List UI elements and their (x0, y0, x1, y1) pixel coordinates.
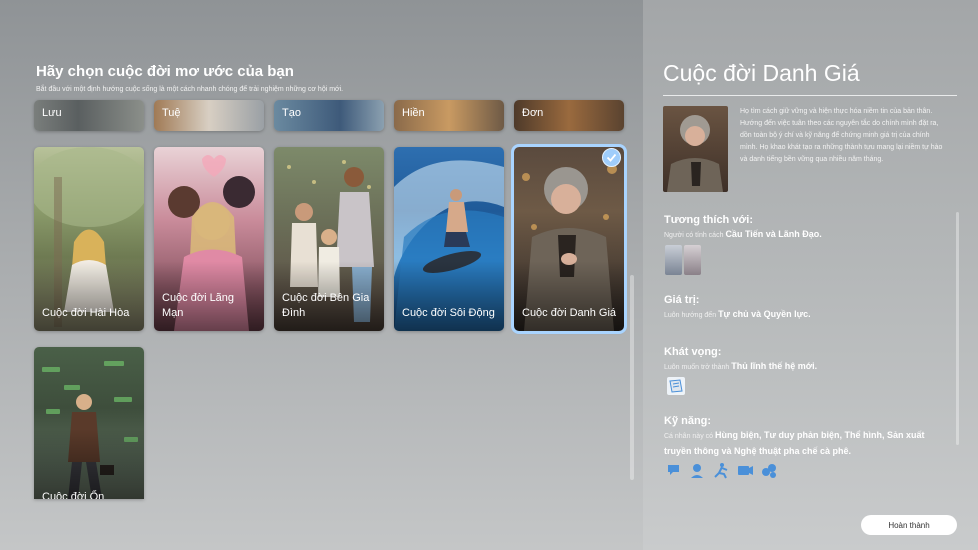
detail-portrait (663, 106, 728, 192)
page-subheading: Bắt đầu với một định hướng cuộc sống là … (36, 86, 344, 93)
compat-avatar-icon[interactable] (665, 245, 682, 275)
life-selection-panel: Hãy chọn cuộc đời mơ ước của bạn Bắt đầu… (0, 0, 643, 550)
aspiration-prefix: Luôn muốn trở thành (664, 364, 730, 371)
life-card-label: Cuộc đời Lãng Mạn (162, 292, 235, 319)
compat-text: Người có tính cách Cầu Tiến và Lãnh Đạo. (664, 227, 954, 243)
speech-icon[interactable] (668, 465, 679, 475)
values-prefix: Luôn hướng đến (664, 312, 717, 319)
portrait-illustration (667, 115, 723, 192)
skills-title: Kỹ năng: (664, 415, 712, 427)
detail-scrollbar[interactable] (956, 212, 959, 445)
life-card-stable[interactable]: Cuộc đời Ổn (34, 347, 144, 499)
page-heading: Hãy chọn cuộc đời mơ ước của bạn (36, 63, 294, 80)
life-card-top-5[interactable]: Đơn (514, 100, 624, 131)
aspiration-value: Thủ lĩnh thế hệ mới. (731, 361, 818, 371)
skills-text: Cá nhân này có Hùng biện, Tư duy phản bi… (664, 428, 934, 460)
skill-icons (668, 463, 776, 479)
card-list-scrollbar[interactable] (630, 275, 634, 480)
values-text: Luôn hướng đến Tự chủ và Quyền lực. (664, 307, 954, 323)
life-card-label: Cuộc đời Sôi Động (402, 307, 495, 319)
values-title: Giá trị: (664, 294, 700, 306)
life-card-harmony[interactable]: Cuộc đời Hài Hòa (34, 147, 144, 331)
compat-title: Tương thích với: (664, 214, 753, 226)
values-value: Tự chủ và Quyền lực. (718, 309, 811, 319)
life-card-top-4[interactable]: Hiền (394, 100, 504, 131)
selected-check-icon (602, 148, 621, 167)
compat-prefix: Người có tính cách (664, 232, 724, 239)
life-card-label: Lưu (42, 107, 62, 119)
detail-title: Cuộc đời Danh Giá (663, 60, 860, 86)
compat-avatar-icon[interactable] (684, 245, 701, 275)
life-card-romantic[interactable]: Cuộc đời Lãng Mạn (154, 147, 264, 331)
compat-value: Cầu Tiến và Lãnh Đạo. (725, 229, 822, 239)
media-icon[interactable] (738, 466, 753, 475)
aspiration-text: Luôn muốn trở thành Thủ lĩnh thế hệ mới. (664, 359, 954, 375)
skills-prefix: Cá nhân này có (664, 433, 714, 440)
aspiration-scroll-icon[interactable] (667, 377, 685, 395)
life-card-label: Cuộc đời Hài Hòa (42, 307, 130, 319)
life-card-top-3[interactable]: Tạo (274, 100, 384, 131)
life-card-label: Tạo (282, 107, 301, 119)
title-divider (663, 95, 957, 96)
life-card-label: Tuệ (162, 107, 181, 119)
life-card-exciting[interactable]: Cuộc đời Sôi Động (394, 147, 504, 331)
done-button[interactable]: Hoàn thành (861, 515, 957, 535)
coffee-icon[interactable] (762, 464, 776, 478)
aspiration-title: Khát vọng: (664, 346, 722, 358)
life-card-family[interactable]: Cuộc đời Bên Gia Đình (274, 147, 384, 331)
life-card-top-2[interactable]: Tuệ (154, 100, 264, 131)
life-card-label: Hiền (402, 107, 425, 119)
life-card-prestigious[interactable]: Cuộc đời Danh Giá (511, 144, 627, 334)
life-card-label: Cuộc đời Danh Giá (522, 307, 617, 319)
life-card-label: Đơn (522, 107, 544, 119)
life-card-top-1[interactable]: Lưu (34, 100, 144, 131)
thinking-icon[interactable] (691, 464, 703, 478)
life-detail-panel: Cuộc đời Danh Giá Họ tìm cách giữ vững v… (643, 0, 978, 550)
fitness-icon[interactable] (714, 463, 728, 479)
life-card-label: Cuộc đời Bên Gia Đình (282, 292, 370, 319)
card-shade (34, 429, 144, 499)
life-card-label: Cuộc đời Ổn (42, 491, 105, 499)
detail-description: Họ tìm cách giữ vững và hiện thực hóa ni… (740, 108, 943, 163)
